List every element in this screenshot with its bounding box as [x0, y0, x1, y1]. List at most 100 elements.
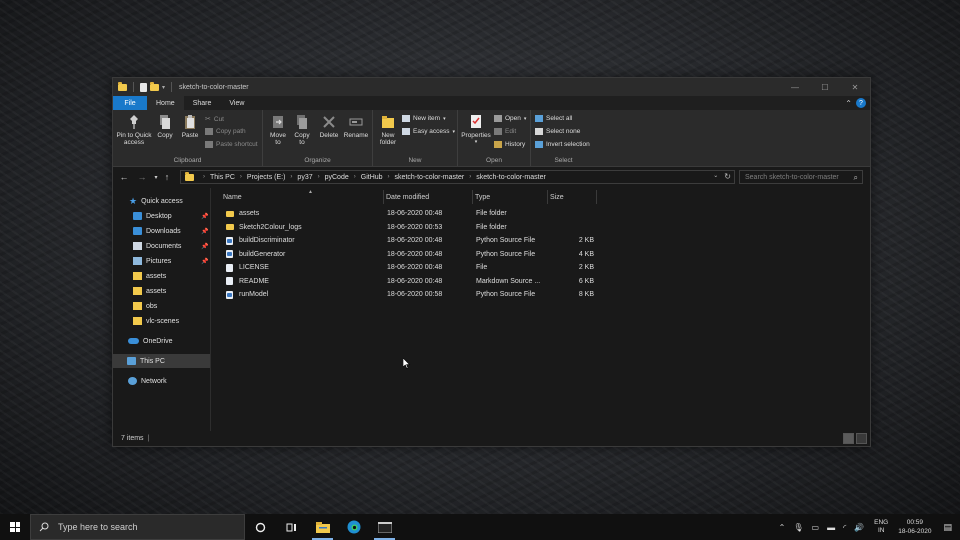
- breadcrumb-repo[interactable]: sketch-to-color-master: [395, 174, 465, 181]
- volume-icon[interactable]: 🔊: [854, 523, 864, 532]
- breadcrumb-github[interactable]: GitHub: [361, 174, 383, 181]
- quick-access-toolbar: ▾: [118, 81, 175, 92]
- chevron-down-icon[interactable]: ▾: [162, 84, 165, 91]
- copy-path-button[interactable]: Copy path: [205, 128, 246, 135]
- collapse-ribbon-icon[interactable]: ⌃: [845, 99, 852, 108]
- clock[interactable]: 00:59 18-06-2020: [898, 518, 931, 536]
- chevron-up-icon[interactable]: ⌃: [779, 523, 786, 532]
- new-group-label: New: [408, 157, 422, 164]
- table-row[interactable]: assets 18-06-2020 00:48 File folder: [222, 207, 602, 220]
- task-view-button[interactable]: [276, 514, 307, 540]
- invert-selection-button[interactable]: Invert selection: [535, 141, 590, 148]
- forward-button[interactable]: →: [133, 172, 151, 182]
- new-item-button[interactable]: New item ▾: [402, 115, 446, 122]
- battery-icon[interactable]: ▭: [812, 523, 820, 532]
- select-all-button[interactable]: Select all: [535, 115, 572, 122]
- cloud-icon: [128, 338, 139, 344]
- column-header-date[interactable]: Date modified: [386, 190, 471, 204]
- column-header-type[interactable]: Type: [475, 190, 545, 204]
- search-box[interactable]: Search sketch-to-color-master ⌕: [739, 170, 863, 184]
- help-icon[interactable]: ?: [856, 98, 866, 108]
- back-button[interactable]: ←: [115, 172, 133, 182]
- sidebar-item-downloads[interactable]: Downloads: [133, 224, 181, 238]
- tab-share[interactable]: Share: [184, 96, 221, 110]
- sidebar-item-documents[interactable]: Documents: [133, 239, 181, 253]
- breadcrumb-pycode[interactable]: pyCode: [325, 174, 349, 181]
- move-to-button[interactable]: Move to: [267, 114, 289, 146]
- breadcrumb-current[interactable]: sketch-to-color-master: [476, 174, 546, 181]
- sidebar-item-assets-2[interactable]: assets: [133, 284, 166, 298]
- column-header-name[interactable]: Name ▲: [223, 189, 383, 204]
- sort-ascending-icon: ▲: [308, 189, 313, 195]
- microphone-icon[interactable]: 🎙: [793, 523, 803, 532]
- taskbar-search-box[interactable]: Type here to search: [30, 514, 245, 540]
- details-view-button[interactable]: [843, 433, 854, 444]
- edit-button[interactable]: Edit: [494, 128, 516, 135]
- up-button[interactable]: ↑: [161, 172, 173, 182]
- mouse-cursor-icon: [403, 358, 411, 369]
- minimize-button[interactable]: —: [780, 78, 810, 96]
- copy-to-button[interactable]: Copy to: [291, 114, 313, 146]
- history-button[interactable]: History: [494, 141, 525, 148]
- maximize-button[interactable]: ☐: [810, 78, 840, 96]
- paste-button[interactable]: Paste: [179, 114, 201, 139]
- taskbar-file-explorer[interactable]: [307, 514, 338, 540]
- select-group: Select all Select none Invert selection …: [531, 110, 596, 166]
- cortana-button[interactable]: [245, 514, 276, 540]
- tab-view[interactable]: View: [220, 96, 253, 110]
- properties-button[interactable]: Properties ▾: [460, 114, 492, 146]
- table-row[interactable]: buildDiscriminator 18-06-2020 00:48 Python…: [222, 234, 602, 247]
- tab-home[interactable]: Home: [147, 96, 184, 110]
- taskbar-edge[interactable]: [338, 514, 369, 540]
- file-explorer-icon: [315, 522, 330, 533]
- input-language[interactable]: ENG IN: [874, 519, 888, 535]
- rename-button[interactable]: Rename: [343, 114, 369, 139]
- table-row[interactable]: runModel 18-06-2020 00:58 Python Source Fi…: [222, 288, 602, 301]
- new-folder-button[interactable]: New folder: [376, 114, 400, 146]
- easy-access-button[interactable]: Easy access ▾: [402, 128, 455, 135]
- tab-file[interactable]: File: [113, 96, 147, 110]
- pin-quick-access-button[interactable]: Pin to Quick access: [116, 114, 152, 146]
- new-folder-icon[interactable]: [150, 81, 159, 91]
- recent-locations-button[interactable]: ▾: [151, 174, 161, 181]
- sidebar-item-quick-access[interactable]: ★ Quick access: [129, 194, 183, 208]
- sidebar-item-pictures[interactable]: Pictures: [133, 254, 171, 268]
- file-name: assets: [239, 210, 260, 217]
- sidebar-item-onedrive[interactable]: OneDrive: [128, 334, 173, 348]
- chevron-down-icon[interactable]: ⌄: [713, 172, 718, 181]
- table-row[interactable]: buildGenerator 18-06-2020 00:48 Python Sou…: [222, 248, 602, 261]
- wifi-icon[interactable]: ◜: [843, 523, 846, 532]
- sidebar-item-obs[interactable]: obs: [133, 299, 157, 313]
- search-placeholder: Search sketch-to-color-master: [745, 173, 839, 181]
- cut-button[interactable]: ✂ Cut: [205, 115, 224, 124]
- sidebar-item-vlc-scenes[interactable]: vlc-scenes: [133, 314, 179, 328]
- taskbar-terminal[interactable]: [369, 514, 400, 540]
- breadcrumb-projects[interactable]: Projects (E:): [247, 174, 286, 181]
- column-header-size[interactable]: Size: [550, 190, 596, 204]
- table-row[interactable]: README 18-06-2020 00:48 Markdown Source ..…: [222, 275, 602, 288]
- breadcrumb-this-pc[interactable]: This PC: [210, 174, 235, 181]
- display-icon[interactable]: ▬: [827, 523, 835, 532]
- properties-icon[interactable]: [140, 82, 147, 92]
- address-bar[interactable]: › This PC › Projects (E:) › py37 › pyCode › …: [180, 170, 735, 184]
- notifications-icon[interactable]: ▤: [943, 522, 952, 533]
- sidebar-item-desktop[interactable]: Desktop: [133, 209, 172, 223]
- document-icon: [226, 263, 233, 272]
- table-row[interactable]: LICENSE 18-06-2020 00:48 File 2 KB: [222, 261, 602, 274]
- select-none-button[interactable]: Select none: [535, 128, 580, 135]
- sidebar-item-network[interactable]: Network: [128, 374, 167, 388]
- close-button[interactable]: ✕: [840, 78, 870, 96]
- start-button[interactable]: [0, 514, 30, 540]
- sidebar-item-assets[interactable]: assets: [133, 269, 166, 283]
- status-bar: 7 items |: [113, 431, 870, 446]
- copy-button[interactable]: Copy: [155, 114, 175, 139]
- table-row[interactable]: Sketch2Colour_logs 18-06-2020 00:53 File f…: [222, 221, 602, 234]
- refresh-icon[interactable]: ↻: [724, 172, 731, 181]
- sidebar-item-this-pc[interactable]: This PC: [113, 354, 210, 368]
- breadcrumb-py37[interactable]: py37: [297, 174, 312, 181]
- delete-button[interactable]: Delete: [318, 114, 340, 139]
- paste-shortcut-button[interactable]: Paste shortcut: [205, 141, 258, 148]
- pin-icon: 📌: [201, 244, 209, 250]
- open-button[interactable]: Open ▾: [494, 115, 526, 122]
- large-icons-view-button[interactable]: [856, 433, 867, 444]
